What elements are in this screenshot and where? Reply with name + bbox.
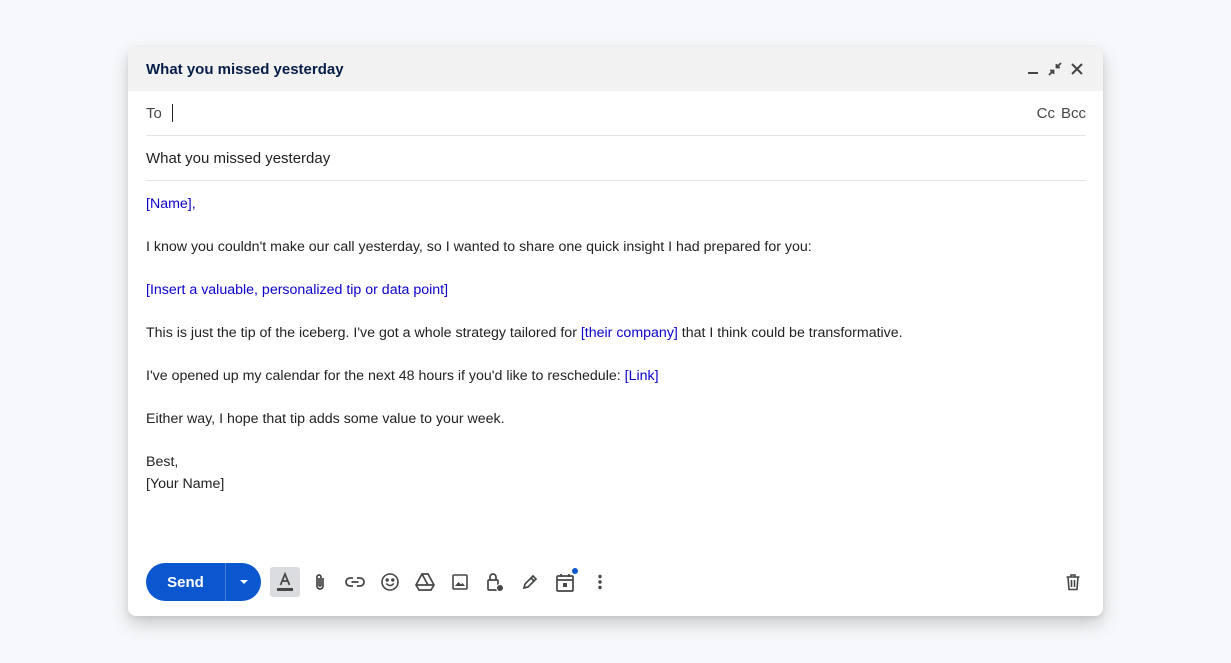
drive-icon[interactable] <box>410 567 440 597</box>
link-icon[interactable] <box>340 567 370 597</box>
emoji-icon[interactable] <box>375 567 405 597</box>
body-line-5: Either way, I hope that tip adds some va… <box>146 411 505 427</box>
send-button[interactable]: Send <box>146 563 225 601</box>
send-button-group: Send <box>146 563 261 601</box>
to-label: To <box>146 104 162 122</box>
chevron-down-icon <box>239 580 248 584</box>
confidential-lock-icon[interactable] <box>480 567 510 597</box>
body-line-1: I know you couldn't make our call yester… <box>146 239 812 255</box>
tip-placeholder: [Insert a valuable, personalized tip or … <box>146 282 449 298</box>
bcc-link[interactable]: Bcc <box>1061 105 1086 122</box>
cc-bcc-links: Cc Bcc <box>1037 105 1086 122</box>
cc-link[interactable]: Cc <box>1037 105 1055 122</box>
exit-fullscreen-icon[interactable] <box>1047 61 1063 77</box>
attach-icon[interactable] <box>305 567 335 597</box>
message-body[interactable]: [Name], I know you couldn't make our cal… <box>128 181 1103 495</box>
schedule-calendar-icon[interactable] <box>550 567 580 597</box>
window-controls <box>1025 61 1085 77</box>
signature-pen-icon[interactable] <box>515 567 545 597</box>
toolbar-tools <box>270 567 620 597</box>
delete-trash-icon[interactable] <box>1058 567 1088 597</box>
compose-window: What you missed yesterday To Cc Bcc What <box>128 47 1103 616</box>
line3-text-end: that I think could be transformative. <box>677 325 903 341</box>
greeting-line: [Name], <box>146 194 1085 216</box>
body-line-3: This is just the tip of the iceberg. I'v… <box>146 323 1085 345</box>
body-line-4: I've opened up my calendar for the next … <box>146 366 1085 388</box>
line3-text-start: This is just the tip of the iceberg. I'v… <box>146 325 581 341</box>
signature: [Your Name] <box>146 475 225 492</box>
minimize-icon[interactable] <box>1025 61 1041 77</box>
signoff: Best, <box>146 454 179 470</box>
send-options-button[interactable] <box>225 563 261 601</box>
compose-toolbar: Send <box>146 563 1085 601</box>
name-placeholder: [Name] <box>146 196 192 212</box>
to-field[interactable]: To Cc Bcc <box>146 91 1086 136</box>
formatting-icon[interactable] <box>270 567 300 597</box>
line4-text: I've opened up my calendar for the next … <box>146 368 625 384</box>
company-placeholder: [their company] <box>580 325 678 341</box>
greeting-comma: , <box>191 196 196 212</box>
close-icon[interactable] <box>1069 61 1085 77</box>
more-options-icon[interactable] <box>585 567 615 597</box>
compose-title: What you missed yesterday <box>146 60 344 78</box>
photo-icon[interactable] <box>445 567 475 597</box>
compose-titlebar[interactable]: What you missed yesterday <box>128 47 1103 91</box>
subject-field[interactable]: What you missed yesterday <box>146 136 1086 181</box>
link-placeholder: [Link] <box>624 368 659 384</box>
to-input[interactable] <box>173 91 1037 135</box>
notification-dot <box>572 568 578 574</box>
